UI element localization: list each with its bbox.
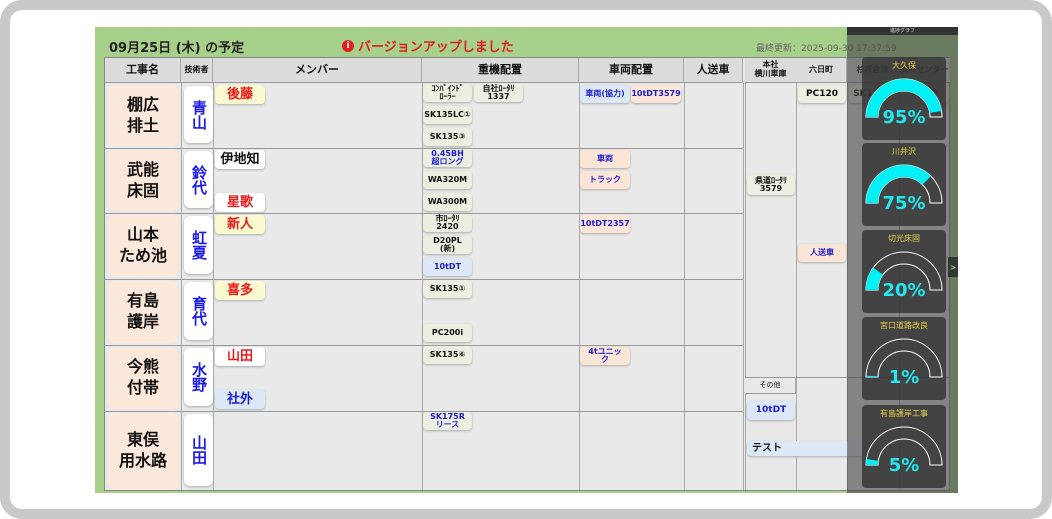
panel-toggle-button[interactable]: > bbox=[948, 257, 958, 277]
machine-chip[interactable]: SK135LC① bbox=[423, 106, 472, 124]
vehicle-chip[interactable]: 車両(協力) bbox=[580, 85, 630, 103]
engineer-name[interactable]: 青山 bbox=[184, 86, 213, 143]
machine-chip[interactable]: WA300M bbox=[423, 193, 472, 211]
site-name[interactable]: 有島 護岸 bbox=[108, 281, 178, 343]
member-chip[interactable]: 後藤 bbox=[215, 85, 265, 104]
progress-panel: 進捗グラフ 大久保 95% 川井沢 75% 切光床固 20% 宮口道路改良 1% 有島護岸工事 5… bbox=[847, 27, 958, 493]
machine-chip[interactable]: SK175R リース bbox=[423, 412, 472, 430]
info-icon: i bbox=[342, 39, 354, 52]
progress-gauge: 大久保 95% bbox=[862, 57, 946, 140]
member-chip[interactable]: 新人 bbox=[215, 215, 265, 234]
site-name[interactable]: 東俣 用水路 bbox=[108, 413, 178, 489]
site-name[interactable]: 棚広 排土 bbox=[108, 85, 178, 146]
engineer-name[interactable]: 水野 bbox=[184, 348, 213, 406]
site-name[interactable]: 武能 床固 bbox=[108, 150, 178, 211]
progress-gauge: 有島護岸工事 5% bbox=[862, 405, 946, 488]
progress-gauge: 川井沢 75% bbox=[862, 143, 946, 226]
column-header: 人送車 bbox=[684, 58, 743, 83]
gauge-percent: 20% bbox=[882, 280, 926, 301]
location-chip[interactable]: PC120 bbox=[798, 85, 846, 103]
gauge-percent: 95% bbox=[882, 107, 926, 128]
other-header: その他 bbox=[745, 378, 796, 394]
machine-chip[interactable]: 自社ﾛｰﾀﾘ 1337 bbox=[474, 84, 523, 102]
machine-chip[interactable]: 10tDT bbox=[423, 258, 472, 276]
member-chip[interactable]: 伊地知 bbox=[215, 150, 265, 169]
vehicle-chip[interactable]: 10tDT2357 bbox=[580, 215, 630, 233]
schedule-screen: 09月25日 (木) の予定 i バージョンアップしました 最終更新：2025-0… bbox=[95, 27, 958, 493]
gauge-percent: 75% bbox=[882, 193, 926, 214]
location-chip[interactable]: 10tDT bbox=[747, 401, 795, 420]
version-notice[interactable]: i バージョンアップしました bbox=[342, 36, 514, 55]
machine-chip[interactable]: SK135③ bbox=[423, 128, 472, 146]
engineer-name[interactable]: 山田 bbox=[184, 414, 213, 486]
location-chip[interactable]: 人送車 bbox=[798, 244, 846, 262]
machine-chip[interactable]: 0.45BH 超ロング bbox=[423, 149, 472, 167]
column-header: 車両配置 bbox=[579, 58, 684, 83]
member-chip[interactable]: 星歌 bbox=[215, 193, 265, 212]
column-divider bbox=[579, 83, 580, 490]
machine-chip[interactable]: D20PL (新) bbox=[423, 236, 472, 254]
progress-gauge: 切光床固 20% bbox=[862, 230, 946, 313]
machine-chip[interactable]: SK135⑥ bbox=[423, 346, 472, 364]
column-header: メンバー bbox=[213, 58, 422, 83]
panel-title: 進捗グラフ bbox=[847, 27, 958, 35]
column-header: 六日町 bbox=[796, 58, 847, 83]
column-divider bbox=[213, 83, 214, 490]
vehicle-chip[interactable]: 10tDT3579 bbox=[631, 85, 681, 103]
column-divider bbox=[743, 83, 744, 490]
machine-chip[interactable]: WA320M bbox=[423, 171, 472, 189]
column-header: 工事名 bbox=[105, 58, 181, 83]
site-name[interactable]: 今熊 付帯 bbox=[108, 347, 178, 409]
member-chip[interactable]: 喜多 bbox=[215, 281, 265, 300]
vehicle-chip[interactable]: トラック bbox=[580, 171, 630, 189]
machine-chip[interactable]: 市ﾛｰﾀﾘ 2420 bbox=[423, 214, 472, 232]
notice-text: バージョンアップしました bbox=[358, 40, 514, 55]
column-header: 重機配置 bbox=[422, 58, 579, 83]
column-divider bbox=[181, 83, 182, 490]
machine-chip[interactable]: ｺﾝﾊﾞｲﾝﾄﾞ ﾛｰﾗｰ bbox=[423, 84, 472, 102]
engineer-name[interactable]: 育代 bbox=[184, 282, 213, 340]
column-divider bbox=[745, 83, 746, 490]
vehicle-chip[interactable]: 車両 bbox=[580, 150, 630, 168]
gauge-percent: 5% bbox=[888, 455, 920, 476]
column-divider bbox=[796, 83, 797, 490]
gauge-percent: 1% bbox=[888, 367, 920, 388]
engineer-name[interactable]: 虹夏 bbox=[184, 216, 213, 274]
engineer-name[interactable]: 鈴代 bbox=[184, 151, 213, 208]
site-name[interactable]: 山本 ため池 bbox=[108, 215, 178, 277]
machine-chip[interactable]: PC200i bbox=[423, 324, 472, 342]
member-chip[interactable]: 山田 bbox=[215, 347, 265, 366]
member-chip[interactable]: 社外 bbox=[215, 390, 265, 409]
progress-gauge: 宮口道路改良 1% bbox=[862, 317, 946, 400]
vehicle-chip[interactable]: 4tユニッ ク bbox=[580, 347, 630, 365]
column-header: 技術者 bbox=[181, 58, 213, 83]
schedule-table: 工事名技術者メンバー重機配置車両配置人送車本社 横川車庫六日町杉坪倉庫資材センタ… bbox=[104, 57, 951, 491]
machine-chip[interactable]: SK135① bbox=[423, 280, 472, 298]
column-divider bbox=[684, 83, 685, 490]
location-chip[interactable]: 県道ﾛｰﾀﾘ 3579 bbox=[747, 175, 795, 195]
column-header: 本社 横川車庫 bbox=[745, 58, 797, 83]
page-title: 09月25日 (木) の予定 bbox=[109, 41, 245, 56]
